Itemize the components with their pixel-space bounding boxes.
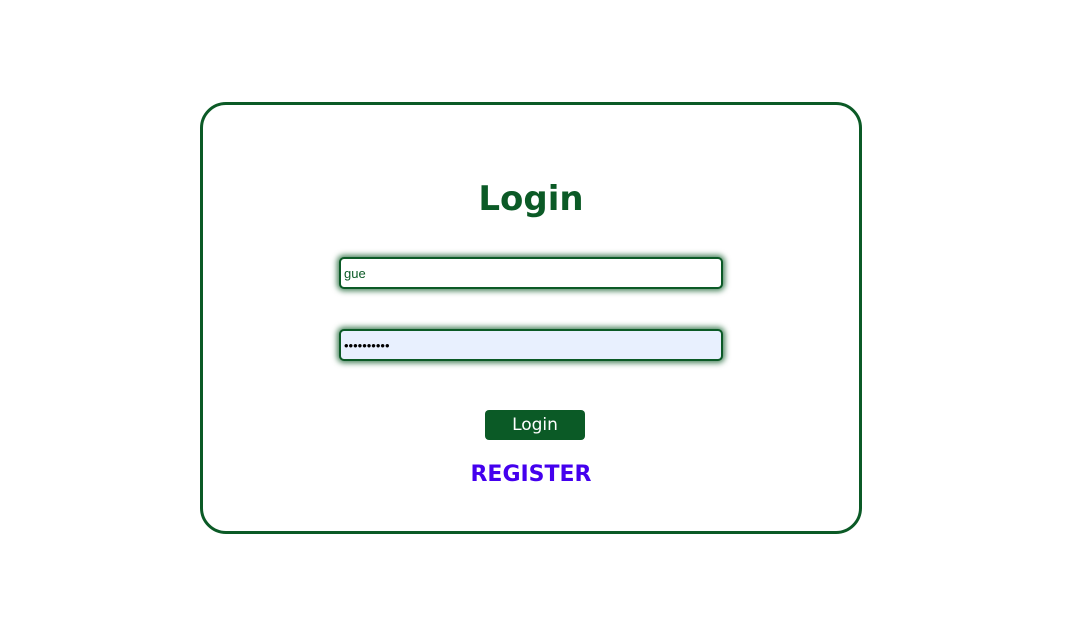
- login-title: Login: [478, 179, 584, 219]
- username-input[interactable]: [339, 257, 723, 289]
- login-card: Login Login REGISTER: [200, 102, 862, 534]
- login-button[interactable]: Login: [485, 410, 585, 440]
- register-link[interactable]: REGISTER: [203, 461, 859, 489]
- password-input[interactable]: [339, 329, 723, 361]
